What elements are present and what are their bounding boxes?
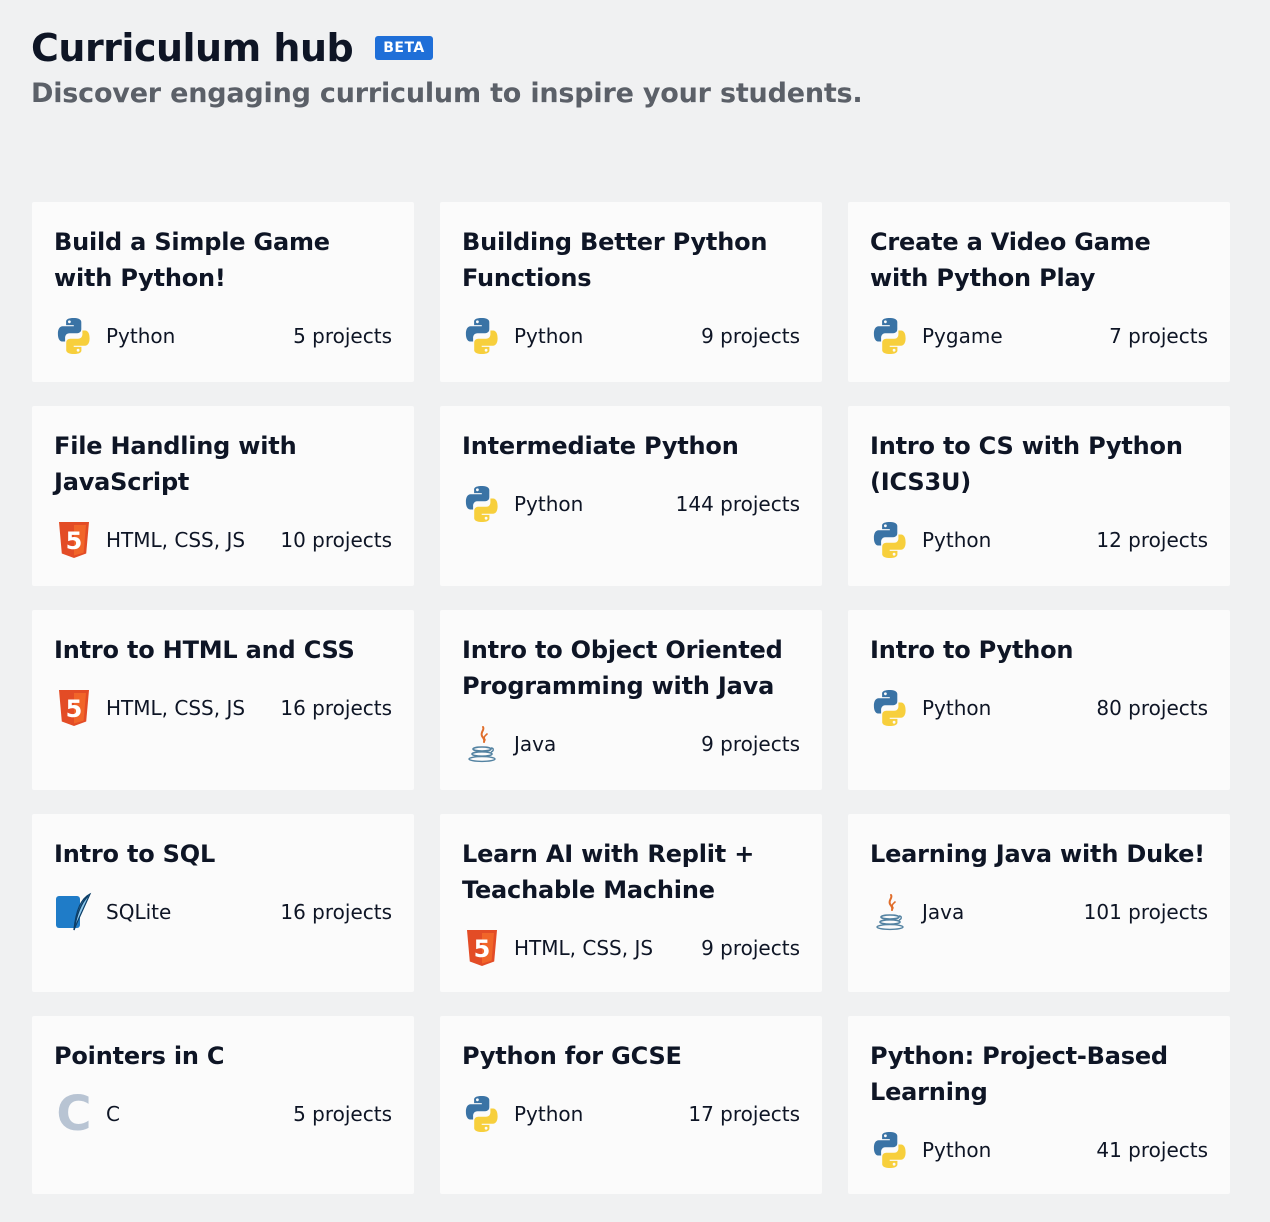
- language-label: Pygame: [922, 324, 1003, 348]
- card-meta: 5 HTML, CSS, JS 16 projects: [54, 688, 392, 728]
- card-title: Intermediate Python: [462, 432, 739, 460]
- page-subtitle: Discover engaging curriculum to inspire …: [31, 78, 863, 109]
- card-meta: SQLite 16 projects: [54, 892, 392, 932]
- card-meta: Java 101 projects: [870, 892, 1208, 932]
- language-label: Java: [514, 732, 557, 756]
- project-count: 101 projects: [1083, 900, 1208, 924]
- card-title: Python for GCSE: [462, 1042, 682, 1070]
- project-count: 9 projects: [701, 324, 800, 348]
- curriculum-card[interactable]: Building Better Python Functions Python …: [440, 202, 822, 382]
- curriculum-card[interactable]: Intro to Object Oriented Programming wit…: [440, 610, 822, 790]
- project-count: 9 projects: [701, 936, 800, 960]
- card-meta: Java 9 projects: [462, 724, 800, 764]
- card-meta: Python 144 projects: [462, 484, 800, 524]
- language-label: Python: [514, 1102, 584, 1126]
- card-meta: Python 80 projects: [870, 688, 1208, 728]
- python-icon: [462, 1094, 502, 1134]
- language-label: Python: [922, 528, 992, 552]
- curriculum-card[interactable]: Learning Java with Duke! Java 101 projec…: [848, 814, 1230, 992]
- project-count: 16 projects: [280, 696, 392, 720]
- card-meta: 5 HTML, CSS, JS 10 projects: [54, 520, 392, 560]
- card-title: Pointers in C: [54, 1042, 225, 1070]
- card-title: Intro to HTML and CSS: [54, 636, 355, 664]
- project-count: 80 projects: [1096, 696, 1208, 720]
- project-count: 5 projects: [293, 1102, 392, 1126]
- python-icon: [54, 316, 94, 356]
- python-icon: [870, 316, 910, 356]
- card-title: File Handling with JavaScript: [54, 432, 297, 496]
- card-meta: Pygame 7 projects: [870, 316, 1208, 356]
- language-label: HTML, CSS, JS: [106, 696, 246, 720]
- html5-icon: 5: [54, 688, 94, 728]
- card-title: Intro to SQL: [54, 840, 216, 868]
- curriculum-card[interactable]: Python for GCSE Python 17 projects: [440, 1016, 822, 1194]
- language-label: Python: [514, 492, 584, 516]
- card-meta: Python 9 projects: [462, 316, 800, 356]
- curriculum-card[interactable]: Create a Video Game with Python Play Pyg…: [848, 202, 1230, 382]
- language-label: Python: [106, 324, 176, 348]
- beta-badge: BETA: [375, 36, 433, 60]
- html5-icon: 5: [462, 928, 502, 968]
- curriculum-card[interactable]: Python: Project-Based Learning Python 41…: [848, 1016, 1230, 1194]
- card-meta: Python 12 projects: [870, 520, 1208, 560]
- card-title: Create a Video Game with Python Play: [870, 228, 1151, 292]
- c-icon: C: [56, 1086, 92, 1142]
- language-label: Python: [922, 696, 992, 720]
- project-count: 9 projects: [701, 732, 800, 756]
- card-meta: Python 41 projects: [870, 1130, 1208, 1170]
- card-meta: 5 HTML, CSS, JS 9 projects: [462, 928, 800, 968]
- python-icon: [870, 520, 910, 560]
- language-label: C: [106, 1102, 120, 1126]
- card-title: Python: Project-Based Learning: [870, 1042, 1168, 1106]
- python-icon: [462, 316, 502, 356]
- java-icon: [870, 892, 910, 932]
- language-label: HTML, CSS, JS: [106, 528, 246, 552]
- curriculum-card[interactable]: Build a Simple Game with Python! Python …: [32, 202, 414, 382]
- card-title: Learn AI with Replit + Teachable Machine: [462, 840, 755, 904]
- python-icon: [462, 484, 502, 524]
- card-title: Intro to Python: [870, 636, 1074, 664]
- card-meta: C C 5 projects: [54, 1086, 392, 1142]
- java-icon: [462, 724, 502, 764]
- project-count: 5 projects: [293, 324, 392, 348]
- card-title: Building Better Python Functions: [462, 228, 768, 292]
- curriculum-card[interactable]: Intro to CS with Python (ICS3U) Python 1…: [848, 406, 1230, 586]
- language-label: Python: [922, 1138, 992, 1162]
- curriculum-grid: Build a Simple Game with Python! Python …: [32, 202, 1230, 1194]
- language-label: HTML, CSS, JS: [514, 936, 654, 960]
- curriculum-card[interactable]: Intro to SQL SQLite 16 projects: [32, 814, 414, 992]
- python-icon: [870, 1130, 910, 1170]
- project-count: 41 projects: [1096, 1138, 1208, 1162]
- curriculum-card[interactable]: Intro to HTML and CSS 5 HTML, CSS, JS 16…: [32, 610, 414, 790]
- card-title: Learning Java with Duke!: [870, 840, 1205, 868]
- language-label: Python: [514, 324, 584, 348]
- card-title: Intro to Object Oriented Programming wit…: [462, 636, 783, 700]
- sqlite-icon: [54, 892, 94, 932]
- card-title: Build a Simple Game with Python!: [54, 228, 330, 292]
- project-count: 17 projects: [688, 1102, 800, 1126]
- svg-text:5: 5: [474, 935, 491, 963]
- project-count: 16 projects: [280, 900, 392, 924]
- project-count: 10 projects: [280, 528, 392, 552]
- html5-icon: 5: [54, 520, 94, 560]
- python-icon: [870, 688, 910, 728]
- page-title: Curriculum hub: [31, 26, 354, 70]
- curriculum-card[interactable]: Intro to Python Python 80 projects: [848, 610, 1230, 790]
- project-count: 12 projects: [1096, 528, 1208, 552]
- curriculum-card[interactable]: File Handling with JavaScript 5 HTML, CS…: [32, 406, 414, 586]
- curriculum-card[interactable]: Pointers in C C C 5 projects: [32, 1016, 414, 1194]
- curriculum-card[interactable]: Learn AI with Replit + Teachable Machine…: [440, 814, 822, 992]
- title-row: Curriculum hub BETA: [31, 22, 862, 74]
- project-count: 144 projects: [675, 492, 800, 516]
- project-count: 7 projects: [1109, 324, 1208, 348]
- page-header: Curriculum hub BETA Discover engaging cu…: [31, 22, 863, 109]
- card-meta: Python 17 projects: [462, 1094, 800, 1134]
- language-label: Java: [922, 900, 965, 924]
- svg-text:5: 5: [66, 695, 83, 723]
- card-meta: Python 5 projects: [54, 316, 392, 356]
- curriculum-card[interactable]: Intermediate Python Python 144 projects: [440, 406, 822, 586]
- card-title: Intro to CS with Python (ICS3U): [870, 432, 1183, 496]
- language-label: SQLite: [106, 900, 172, 924]
- svg-text:5: 5: [66, 527, 83, 555]
